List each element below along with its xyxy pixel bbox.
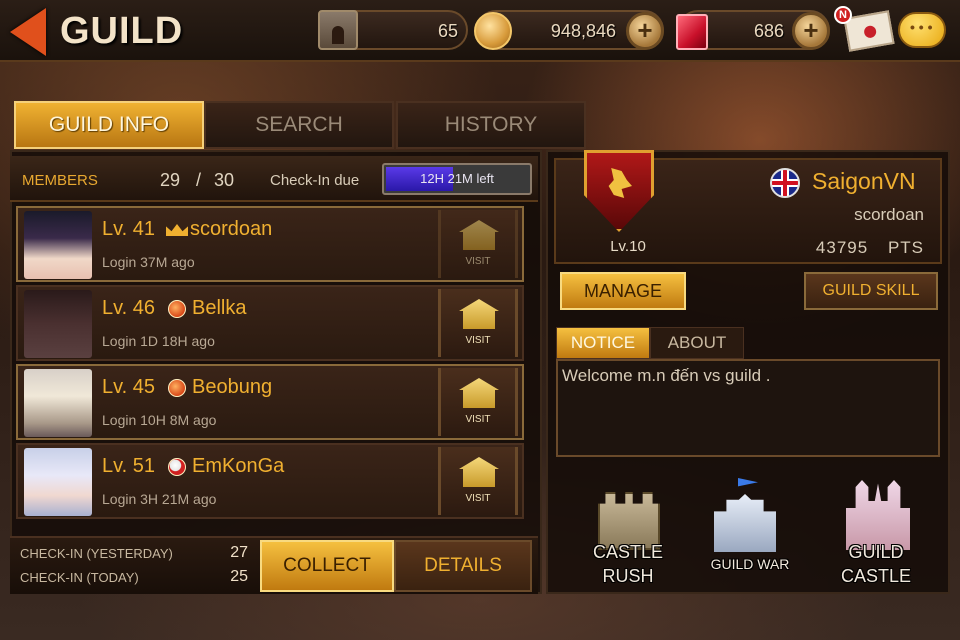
gold-amount: 948,846 [550,21,616,41]
crown-icon [166,224,188,236]
castle-icon [318,10,358,50]
gold-coin-icon [474,12,512,50]
member-level: Lv. 41 [102,218,155,240]
guild-castle-button[interactable]: GUILD CASTLE [816,474,936,588]
checkin-time-left: 12H 21M left [420,171,494,186]
member-avatar [24,211,92,279]
member-login: Login 1D 18H ago [102,333,215,349]
member-row[interactable]: Lv. 41 scordoan Login 37M ago VISIT [16,206,524,282]
member-name: Beobung [192,376,273,398]
collect-button[interactable]: COLLECT [260,540,394,592]
manage-button[interactable]: MANAGE [560,272,686,310]
uk-flag-icon [770,168,800,198]
rank-badge-icon [168,379,186,397]
tab-guild-info[interactable]: GUILD INFO [14,101,204,149]
member-login: Login 3H 21M ago [102,491,217,507]
details-button[interactable]: DETAILS [394,540,532,592]
castle-rush-label-2: RUSH [602,566,654,586]
fortress-icon [714,494,776,552]
checkin-progress-bar: 12H 21M left [382,163,532,195]
checkin-today-value: 25 [230,568,248,585]
members-count: 29 [160,170,181,190]
guild-level: Lv.10 [610,238,646,255]
guild-war-label: GUILD WAR [710,556,790,572]
house-icon [459,299,499,329]
member-row[interactable]: Lv. 45 Beobung Login 10H 8M ago VISIT [16,364,524,440]
castle-rush-button[interactable]: CASTLE RUSH [568,474,688,588]
checkin-due-label: Check-In due [270,172,360,189]
add-gold-button[interactable]: + [626,12,664,50]
notice-text: Welcome m.n đến vs guild . [562,366,771,385]
page-title: GUILD [60,10,184,52]
castle-count: 65 [437,21,458,41]
guild-owner: scordoan [854,205,924,224]
guild-name: SaigonVN [812,168,916,194]
house-icon [459,457,499,487]
visit-button[interactable]: VISIT [438,447,518,515]
member-name: Bellka [192,297,247,319]
flag-icon [738,478,758,487]
visit-button[interactable]: VISIT [438,210,518,278]
visit-label: VISIT [465,335,491,346]
member-row[interactable]: Lv. 51 EmKonGa Login 3H 21M ago VISIT [16,443,524,519]
guild-castle-label-1: GUILD [848,542,904,562]
member-avatar [24,369,92,437]
guild-points-value: 43795 [815,238,869,257]
rank-badge-icon [168,458,186,476]
member-level: Lv. 51 [102,455,155,477]
add-gem-button[interactable]: + [792,12,830,50]
member-login: Login 37M ago [102,254,195,270]
checkin-yesterday-label: CHECK-IN (YESTERDAY) [20,546,173,561]
visit-label: VISIT [465,256,491,267]
member-name: EmKonGa [192,455,285,477]
member-avatar [24,290,92,358]
guild-castle-label-2: CASTLE [840,566,912,586]
tab-search[interactable]: SEARCH [204,101,394,149]
gem-icon [676,14,708,50]
guild-points-unit: PTS [887,238,924,257]
members-label: MEMBERS [22,172,98,189]
gem-amount: 686 [753,21,784,41]
visit-label: VISIT [465,493,491,504]
checkin-yesterday-value: 27 [230,544,248,561]
member-level: Lv. 45 [102,376,155,398]
member-row[interactable]: Lv. 46 Bellka Login 1D 18H ago VISIT [16,285,524,361]
tab-notice[interactable]: NOTICE [556,327,650,359]
tab-history[interactable]: HISTORY [396,101,586,149]
visit-label: VISIT [465,414,491,425]
house-icon [459,378,499,408]
members-max: 30 [214,170,235,190]
checkin-today-label: CHECK-IN (TODAY) [20,570,139,585]
chat-icon[interactable] [898,12,946,48]
member-name: scordoan [190,218,273,240]
guild-skill-button[interactable]: GUILD SKILL [804,272,938,310]
back-arrow-icon[interactable] [10,8,46,56]
member-login: Login 10H 8M ago [102,412,217,428]
castle-rush-label-1: CASTLE [592,542,664,562]
member-level: Lv. 46 [102,297,155,319]
mail-new-badge: N [834,6,852,24]
member-avatar [24,448,92,516]
rank-badge-icon [168,300,186,318]
palace-icon [846,480,910,550]
tab-about[interactable]: ABOUT [650,327,744,359]
house-icon [459,220,499,250]
members-separator: / [196,170,202,190]
guild-points: 43795 PTS [770,238,924,258]
visit-button[interactable]: VISIT [438,289,518,357]
visit-button[interactable]: VISIT [438,368,518,436]
guild-war-button[interactable]: GUILD WAR [690,474,810,588]
